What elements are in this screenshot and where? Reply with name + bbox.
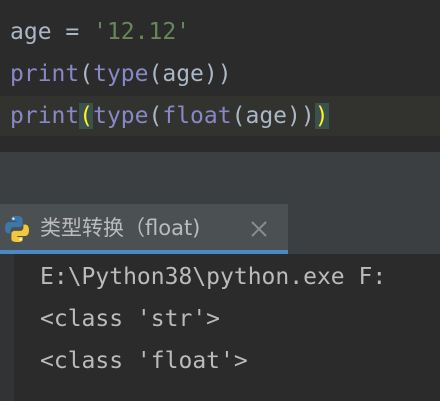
console-line: E:\Python38\python.exe F: — [40, 264, 387, 290]
paren: ( — [79, 61, 94, 87]
print-builtin: print — [10, 61, 80, 87]
run-toolbar: 类型转换（float) — [0, 204, 440, 254]
type-builtin: type — [93, 61, 149, 87]
paren: ( — [231, 103, 246, 129]
python-icon — [5, 216, 30, 242]
console-line: <class 'str'> — [40, 306, 221, 332]
string-literal: '12.12' — [93, 19, 191, 45]
argument-token: age — [245, 103, 288, 129]
run-tab[interactable]: 类型转换（float) — [0, 204, 288, 254]
run-console[interactable]: E:\Python38\python.exe F: <class 'str'> … — [0, 254, 440, 401]
paren: )) — [203, 61, 232, 87]
variable-token: age — [10, 19, 52, 45]
matched-brace-open: ( — [79, 103, 94, 129]
argument-token: age — [162, 61, 204, 87]
float-builtin: float — [162, 103, 232, 129]
code-editor[interactable]: age = '12.12' print(type(age)) print(typ… — [0, 0, 440, 152]
run-tab-label: 类型转换（float) — [40, 216, 201, 240]
print-builtin: print — [10, 103, 80, 129]
code-line-2[interactable]: print(type(age)) — [0, 54, 440, 94]
panel-divider — [0, 152, 440, 204]
type-builtin: type — [93, 103, 149, 129]
code-line-3-current[interactable]: print(type(float(age))) — [0, 96, 440, 136]
code-line-1[interactable]: age = '12.12' — [0, 12, 440, 52]
close-icon[interactable] — [246, 216, 272, 242]
paren: ( — [148, 103, 163, 129]
matched-brace-close: ) — [314, 103, 329, 129]
operator-token: = — [51, 19, 94, 45]
console-line: <class 'float'> — [40, 348, 248, 374]
console-gutter — [0, 254, 14, 401]
paren: )) — [287, 103, 315, 129]
paren: ( — [148, 61, 163, 87]
